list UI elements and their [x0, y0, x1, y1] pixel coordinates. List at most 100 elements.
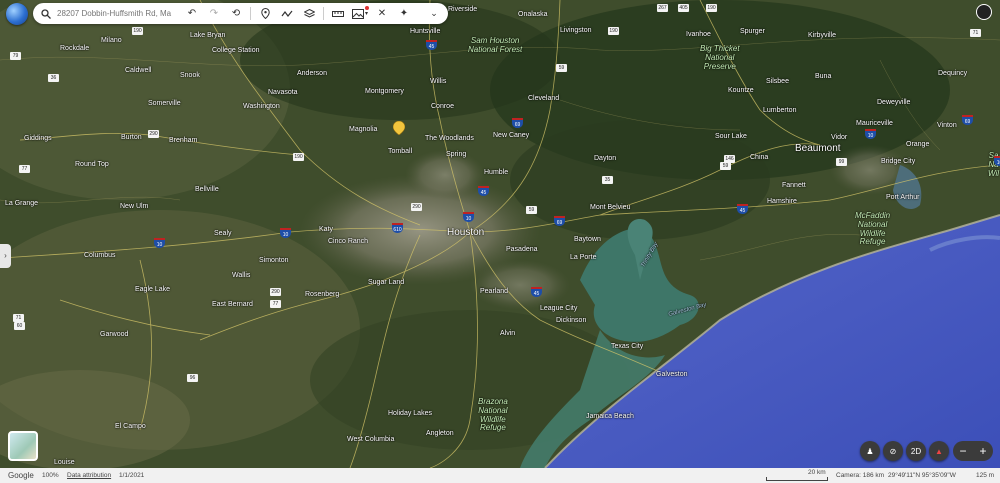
cursor-elevation: 125 m	[976, 472, 995, 479]
chevron-down-icon: ⌄	[430, 8, 438, 18]
city-label: Huntsville	[410, 28, 441, 35]
city-label: Buna	[815, 73, 832, 80]
city-label: Alvin	[500, 330, 516, 337]
city-label: Sugar Land	[368, 279, 405, 286]
earth-logo-icon[interactable]	[6, 3, 28, 25]
city-label: El Campo	[115, 423, 146, 430]
data-attribution-link[interactable]: Data attribution	[67, 472, 111, 479]
zoom-in-button[interactable]: +	[979, 444, 986, 458]
chevron-down-icon: ▾	[364, 11, 368, 17]
search-box[interactable]	[33, 8, 181, 19]
draw-path-button[interactable]	[276, 3, 298, 24]
city-label: Columbus	[84, 252, 116, 259]
city-label: Angleton	[426, 430, 454, 437]
layers-button[interactable]	[298, 3, 320, 24]
city-label: Caldwell	[125, 67, 152, 74]
interstate-shield: 10	[994, 156, 1000, 166]
history-button[interactable]: ⟲	[225, 3, 247, 24]
capture-image-button[interactable]: ▾	[349, 3, 371, 24]
toolbar-expand-button[interactable]: ⌄	[423, 3, 445, 24]
city-label: League City	[540, 305, 578, 312]
city-label: La Grange	[5, 200, 39, 207]
city-label: Livingston	[560, 27, 592, 34]
city-label: China	[750, 154, 769, 161]
highway-shield: 290	[148, 130, 159, 138]
city-label: Snook	[180, 72, 200, 79]
interstate-shield: 10	[463, 212, 474, 222]
city-label: Sour Lake	[715, 133, 747, 140]
city-label: Dickinson	[556, 317, 587, 324]
zoom-out-button[interactable]: −	[959, 444, 966, 458]
interstate-shield: 45	[426, 40, 437, 50]
interstate-shield: 45	[531, 287, 542, 297]
side-panel-toggle[interactable]: ›	[0, 244, 11, 268]
search-input[interactable]	[55, 8, 177, 19]
redo-icon: ↷	[209, 8, 219, 19]
add-placemark-button[interactable]	[254, 3, 276, 24]
tools-button[interactable]: ✕	[371, 3, 393, 24]
city-label: Deweyville	[877, 99, 911, 106]
map-view[interactable]: Houston Beaumont Huntsville Riverside Onalas…	[0, 0, 1000, 468]
city-label: Magnolia	[349, 126, 378, 133]
undo-button[interactable]: ↶	[181, 3, 203, 24]
highway-shield: 59	[720, 162, 731, 170]
map-style-thumbnail[interactable]	[8, 431, 38, 461]
redo-button[interactable]: ↷	[203, 3, 225, 24]
undo-icon: ↶	[187, 8, 197, 19]
city-label: Willis	[430, 78, 447, 85]
street-view-button[interactable]: ♟	[860, 441, 880, 461]
city-label: Katy	[319, 226, 334, 233]
history-icon: ⟲	[231, 8, 241, 19]
city-label: Fannett	[782, 182, 806, 189]
interstate-shield: 610	[392, 223, 403, 233]
city-label: Orange	[906, 141, 930, 148]
city-label: Anderson	[297, 70, 327, 77]
view-2d-button[interactable]: 2D	[906, 441, 926, 461]
imagery-date: 1/1/2021	[119, 472, 145, 479]
city-label: Eagle Lake	[135, 286, 171, 293]
highway-shield: 190	[608, 27, 619, 35]
sparkle-icon: ✦	[399, 8, 409, 19]
toolbar-divider	[250, 7, 251, 20]
park-label: Brazona National Wildlife Refuge	[478, 397, 508, 433]
interstate-shield: 69	[962, 115, 973, 125]
ai-button[interactable]: ✦	[393, 3, 415, 24]
interstate-shield: 69	[554, 216, 565, 226]
highway-shield: 290	[411, 203, 422, 211]
city-label: Washington	[243, 103, 280, 110]
compass-icon: ▲	[935, 446, 943, 456]
highway-shield: 190	[293, 153, 304, 161]
measure-button[interactable]	[327, 3, 349, 24]
city-label: Navasota	[268, 89, 298, 96]
city-label: Port Arthur	[886, 194, 920, 201]
location-pin-icon[interactable]	[393, 121, 405, 135]
city-label: Cinco Ranch	[328, 238, 369, 245]
city-label: La Porte	[570, 254, 597, 261]
tilt-toggle-button[interactable]: ⊘	[883, 441, 903, 461]
layers-icon	[303, 8, 315, 18]
account-avatar[interactable]	[976, 4, 992, 20]
city-label: Milano	[101, 37, 122, 44]
city-label: Wallis	[232, 272, 251, 279]
highway-shield: 99	[836, 158, 847, 166]
scale-label: 20 km	[808, 469, 826, 476]
highway-shield: 59	[526, 206, 537, 214]
path-icon	[281, 10, 293, 17]
city-label: Silsbee	[766, 78, 789, 85]
city-label: Mauriceville	[856, 120, 893, 127]
city-label: Conroe	[431, 103, 454, 110]
city-label: Simonton	[259, 257, 289, 264]
search-icon	[41, 8, 51, 19]
chevron-right-icon: ›	[4, 251, 7, 260]
image-icon	[351, 8, 364, 19]
compass-button[interactable]: ▲	[929, 441, 949, 461]
toolbar-divider	[323, 7, 324, 20]
city-label: Galveston	[656, 371, 688, 378]
no-tilt-icon: ⊘	[889, 446, 897, 456]
status-bar: Google 100% Data attribution 1/1/2021 20…	[0, 468, 1000, 483]
city-label: Lumberton	[763, 107, 797, 114]
ruler-icon	[332, 10, 344, 17]
highway-shield: 405	[678, 4, 689, 12]
city-label: Riverside	[448, 6, 478, 13]
street-view-icon: ♟	[866, 446, 874, 456]
